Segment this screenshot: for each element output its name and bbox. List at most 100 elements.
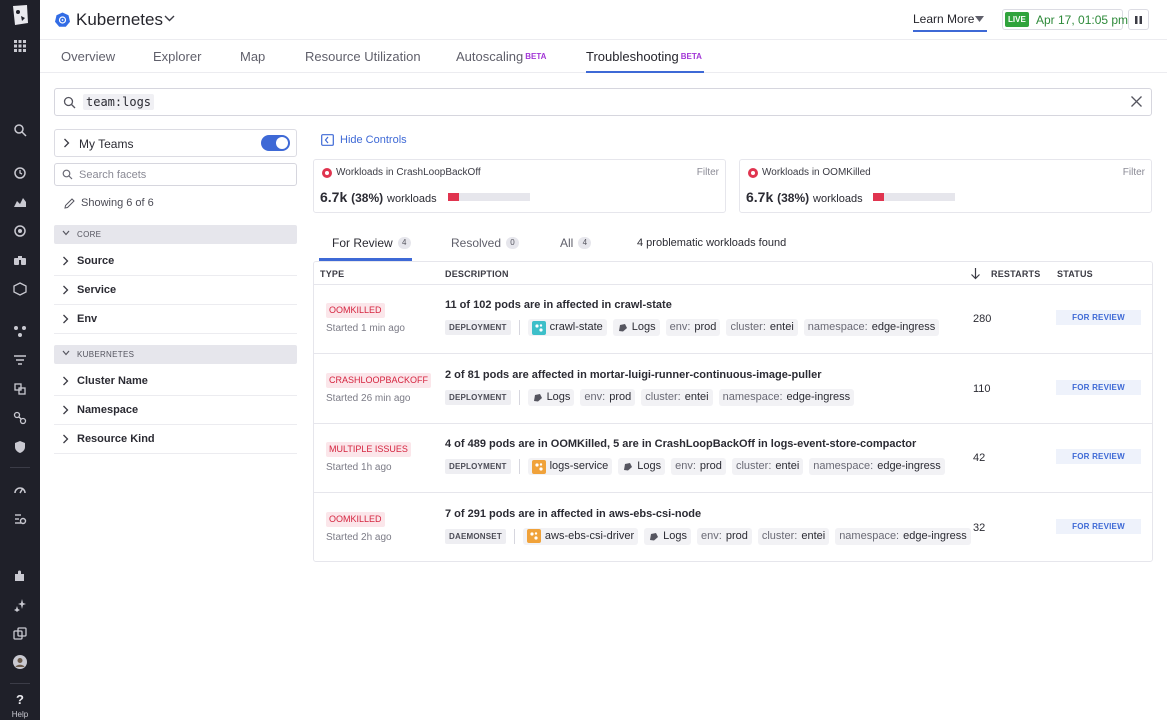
integrations-icon[interactable] (11, 510, 29, 528)
namespace-tag[interactable]: namespace: edge-ingress (718, 388, 855, 406)
security-icon[interactable] (11, 380, 29, 398)
tab-for-review[interactable]: For Review 4 (332, 236, 411, 250)
apps-grid-icon[interactable] (11, 37, 29, 55)
env-tag[interactable]: env: prod (665, 319, 721, 336)
status-badge[interactable]: FOR REVIEW (1056, 449, 1141, 464)
apm-icon[interactable] (11, 322, 29, 340)
facet-search-input[interactable] (79, 167, 289, 182)
env-tag[interactable]: env: prod (580, 388, 636, 406)
puzzle-icon[interactable] (11, 567, 29, 585)
help-label[interactable]: Help (0, 710, 40, 719)
facet-resource-kind[interactable]: Resource Kind (54, 425, 297, 454)
caret-down-icon[interactable] (975, 16, 984, 22)
namespace-tag[interactable]: namespace: edge-ingress (835, 527, 971, 545)
sort-descending-icon[interactable] (970, 267, 981, 280)
app-title[interactable]: Kubernetes (76, 10, 163, 30)
facet-group-kubernetes[interactable]: KUBERNETES (54, 345, 297, 364)
table-row[interactable]: CRASHLOOPBACKOFF Started 26 min ago 2 of 8… (314, 355, 1152, 424)
status-badge[interactable]: FOR REVIEW (1056, 310, 1141, 325)
search-bar[interactable]: team:logs (54, 88, 1152, 116)
row-tags: DEPLOYMENT Logs env: prod cluster: entei names… (445, 388, 855, 406)
chevron-down-icon (62, 230, 70, 236)
service-tag[interactable]: crawl-state (527, 319, 607, 336)
avatar[interactable] (11, 653, 29, 671)
review-tabs: For Review 4 Resolved 0 All 4 4 problematic… (313, 233, 1153, 261)
infrastructure-icon[interactable] (11, 280, 29, 298)
cluster-tag[interactable]: cluster: entei (726, 319, 798, 336)
hide-controls-button[interactable]: Hide Controls (321, 134, 407, 146)
monitors-icon[interactable] (11, 222, 29, 240)
synthetics-icon[interactable] (11, 409, 29, 427)
tab-overview[interactable]: Overview (61, 49, 115, 64)
tab-resource-utilization[interactable]: Resource Utilization (305, 49, 421, 64)
namespace-tag[interactable]: namespace: edge-ingress (809, 458, 945, 475)
pencil-icon[interactable] (64, 197, 75, 209)
logs-tag[interactable]: Logs (618, 458, 666, 475)
cluster-tag[interactable]: cluster: entei (641, 388, 713, 406)
tab-troubleshooting[interactable]: Troubleshooting BETA (586, 49, 702, 64)
count-badge: 0 (506, 237, 520, 249)
gauge-icon[interactable] (11, 481, 29, 499)
service-tag[interactable]: aws-ebs-csi-driver (522, 527, 639, 545)
help-icon[interactable]: ? (11, 690, 29, 708)
my-teams-row[interactable]: My Teams (54, 129, 297, 157)
cluster-tag[interactable]: cluster: entei (731, 458, 804, 475)
status-badge[interactable]: FOR REVIEW (1056, 518, 1141, 534)
row-description[interactable]: 11 of 102 pods are in affected in crawl-… (445, 299, 672, 311)
column-header-restarts[interactable]: RESTARTS (991, 269, 1040, 279)
copy-icon[interactable] (11, 625, 29, 643)
search-icon[interactable] (11, 121, 29, 139)
logs-tag[interactable]: Logs (612, 319, 660, 336)
table-row[interactable]: OOMKILLED Started 2h ago 7 of 291 pods are… (314, 494, 1152, 563)
logs-tag[interactable]: Logs (644, 527, 692, 545)
facet-group-core[interactable]: CORE (54, 225, 297, 244)
logs-tag[interactable]: Logs (527, 388, 575, 406)
facet-env[interactable]: Env (54, 305, 297, 334)
column-header-description[interactable]: DESCRIPTION (445, 269, 509, 279)
datadog-logo-icon[interactable] (9, 3, 31, 27)
row-description[interactable]: 4 of 489 pods are in OOMKilled, 5 are in… (445, 438, 916, 450)
dashboards-icon[interactable] (11, 193, 29, 211)
facet-service[interactable]: Service (54, 276, 297, 305)
chevron-down-icon[interactable] (164, 14, 175, 22)
env-tag[interactable]: env: prod (697, 527, 752, 545)
table-row[interactable]: MULTIPLE ISSUES Started 1h ago 4 of 489 po… (314, 424, 1152, 493)
facet-source[interactable]: Source (54, 247, 297, 276)
my-teams-toggle[interactable] (261, 135, 290, 151)
facet-cluster-name[interactable]: Cluster Name (54, 367, 297, 396)
env-tag[interactable]: env: prod (671, 458, 726, 475)
logs-icon[interactable] (11, 351, 29, 369)
table-row[interactable]: OOMKILLED Started 1 min ago 11 of 102 pods… (314, 285, 1152, 354)
facet-namespace[interactable]: Namespace (54, 396, 297, 425)
facet-group-label: CORE (77, 230, 102, 239)
history-icon[interactable] (11, 164, 29, 182)
pause-button[interactable] (1128, 9, 1149, 30)
column-header-type[interactable]: TYPE (320, 269, 344, 279)
sparkle-icon[interactable] (11, 596, 29, 614)
tab-resolved[interactable]: Resolved 0 (451, 236, 520, 250)
time-selector[interactable]: LIVE Apr 17, 01:05 pm (1002, 9, 1128, 30)
facet-search-field[interactable] (54, 163, 297, 186)
row-description[interactable]: 2 of 81 pods are affected in mortar-luig… (445, 369, 822, 381)
card-progress-fill (448, 193, 459, 201)
tab-autoscaling[interactable]: Autoscaling BETA (456, 49, 546, 64)
card-filter-link[interactable]: Filter (697, 167, 719, 178)
namespace-tag[interactable]: namespace: edge-ingress (803, 319, 940, 336)
search-query-token[interactable]: team:logs (83, 94, 155, 110)
column-header-status[interactable]: STATUS (1057, 269, 1093, 279)
main-tabs: Overview Explorer Map Resource Utilizati… (40, 40, 1167, 73)
close-icon[interactable] (1130, 95, 1143, 108)
card-progress-fill (873, 193, 884, 201)
cluster-tag[interactable]: cluster: entei (757, 527, 830, 545)
shield-icon[interactable] (11, 438, 29, 456)
row-description[interactable]: 7 of 291 pods are in affected in aws-ebs… (445, 508, 701, 520)
card-filter-link[interactable]: Filter (1123, 167, 1145, 178)
binoculars-icon[interactable] (11, 251, 29, 269)
service-tag[interactable]: logs-service (527, 458, 613, 475)
chevron-right-icon[interactable] (63, 138, 70, 148)
tab-map[interactable]: Map (240, 49, 265, 64)
status-badge[interactable]: FOR REVIEW (1056, 379, 1141, 395)
chevron-down-icon (62, 350, 70, 356)
tab-explorer[interactable]: Explorer (153, 49, 201, 64)
tab-all[interactable]: All 4 (560, 236, 592, 250)
